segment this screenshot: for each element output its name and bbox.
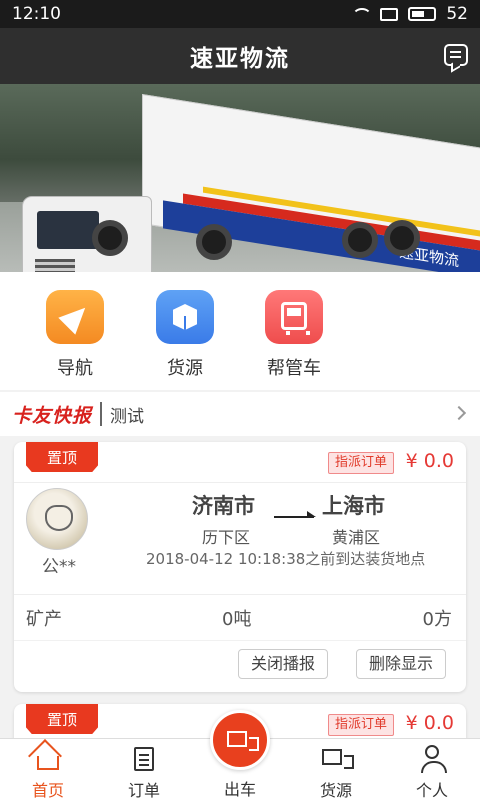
news-ticker[interactable]: 卡友快报 测试 [0, 392, 480, 436]
tab-label: 个人 [415, 781, 448, 800]
order-type-badge: 指派订单 [327, 714, 394, 736]
quick-nav-label: 帮管车 [267, 358, 321, 379]
quick-nav: 导航 货源 帮管车 [0, 272, 480, 390]
tab-home[interactable]: 首页 [8, 745, 88, 800]
status-icons: 52 [350, 4, 468, 24]
pinned-badge: 置顶 [26, 704, 98, 734]
destination-city: 上海市 [322, 494, 385, 518]
news-divider [100, 402, 103, 426]
message-icon[interactable] [444, 44, 468, 66]
pinned-badge: 置顶 [26, 442, 98, 472]
tab-label: 出车 [223, 780, 256, 799]
news-text: 测试 [110, 406, 145, 427]
quick-nav-label: 导航 [57, 358, 93, 379]
route-arrow-icon [274, 511, 316, 518]
chevron-right-icon [451, 405, 467, 421]
origin-district: 历下区 [202, 528, 251, 547]
destination-district: 黄浦区 [332, 528, 381, 547]
status-time: 12:10 [12, 4, 61, 24]
order-card[interactable]: 置顶 指派订单 ¥ 0.0 公** 济南市 历下区 上海市 黄浦区 2018-0… [14, 442, 466, 692]
tab-profile[interactable]: 个人 [392, 745, 472, 800]
person-icon [418, 745, 447, 773]
battery-icon [408, 7, 437, 21]
title-bar: 速亚物流 [0, 28, 480, 84]
order-type-badge: 指派订单 [327, 452, 394, 474]
battery-level: 52 [446, 4, 468, 24]
truck-wheel [196, 224, 232, 260]
truck-wheel [92, 220, 128, 256]
divider [14, 594, 466, 595]
delete-display-button[interactable]: 删除显示 [356, 649, 447, 679]
order-price: ¥ 0.0 [405, 712, 454, 734]
truck-manage-icon [265, 290, 323, 344]
sim-icon [380, 7, 399, 21]
truck-icon [322, 745, 354, 771]
home-icon [34, 745, 62, 771]
page-title: 速亚物流 [190, 46, 290, 72]
tab-label: 货源 [319, 781, 352, 800]
tab-goods[interactable]: 货源 [296, 745, 376, 800]
quick-nav-truck-manage[interactable]: 帮管车 [254, 290, 334, 380]
close-broadcast-button[interactable]: 关闭播报 [238, 649, 329, 679]
truck-wheel [384, 220, 420, 256]
depart-button[interactable] [210, 710, 270, 770]
tab-label: 订单 [127, 781, 160, 800]
quick-nav-goods[interactable]: 货源 [145, 290, 225, 380]
news-brand: 卡友快报 [12, 404, 93, 427]
divider [14, 640, 466, 641]
wifi-icon [350, 6, 370, 22]
quick-nav-label: 货源 [167, 358, 203, 379]
order-price: ¥ 0.0 [405, 450, 454, 472]
cargo-type: 矿产 [26, 609, 62, 630]
quick-nav-navigation[interactable]: 导航 [35, 290, 115, 380]
tab-label: 首页 [31, 781, 64, 800]
cab-grille [35, 259, 75, 272]
package-icon [156, 290, 214, 344]
truck-icon [227, 731, 259, 751]
user-name: 公** [42, 557, 76, 577]
cargo-weight: 0吨 [222, 609, 252, 630]
truck-cab [22, 196, 152, 272]
loading-deadline: 2018-04-12 10:18:38之前到达装货地点 [146, 550, 426, 568]
cab-window [37, 211, 99, 249]
origin-city: 济南市 [192, 494, 255, 518]
banner-image[interactable]: 速亚物流 [0, 84, 480, 272]
cargo-volume: 0方 [422, 609, 452, 630]
divider [14, 482, 466, 483]
order-list-icon [130, 745, 158, 771]
truck-wheel [342, 222, 378, 258]
avatar [26, 488, 88, 550]
tab-orders[interactable]: 订单 [104, 745, 184, 800]
status-bar: 12:10 52 [0, 0, 480, 28]
navigation-icon [46, 290, 104, 344]
